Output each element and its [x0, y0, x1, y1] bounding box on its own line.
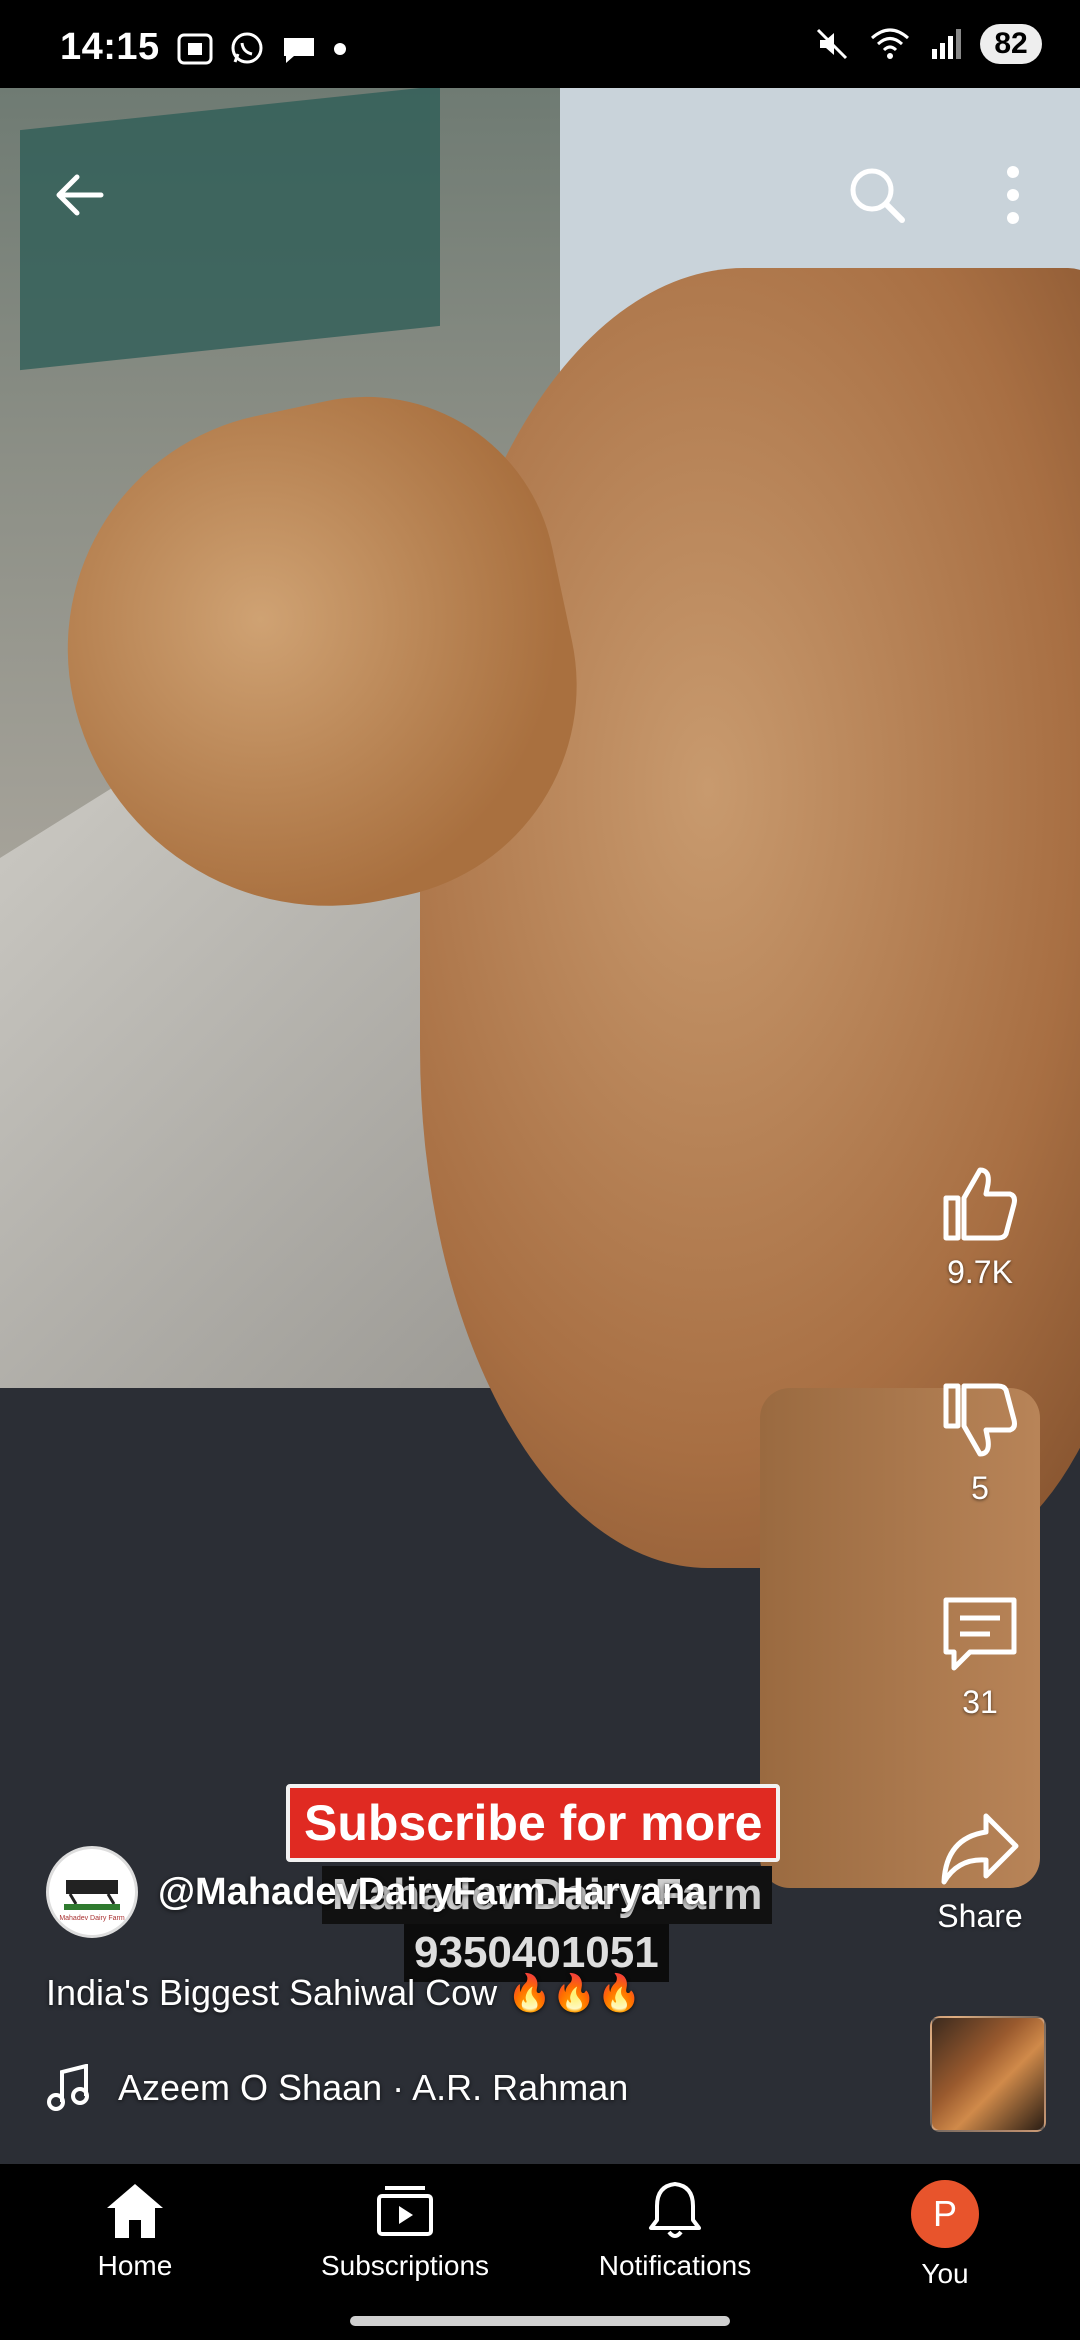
nav-home[interactable]: Home — [0, 2180, 270, 2282]
like-count: 9.7K — [947, 1254, 1013, 1290]
whatsapp-icon — [231, 32, 263, 64]
avatar-icon: P — [911, 2180, 979, 2248]
video-cow-body — [420, 268, 1080, 1568]
chat-bubble-icon — [284, 38, 314, 63]
music-note-icon — [47, 2064, 89, 2111]
short-video-player[interactable]: 9.7K 5 31 Share Subscribe for more Mahad… — [0, 88, 1080, 2164]
battery-indicator: 82 — [980, 24, 1042, 64]
thumbs-down-icon — [943, 1383, 1017, 1457]
home-indicator[interactable] — [350, 2316, 730, 2326]
sound-thumbnail[interactable] — [930, 2016, 1046, 2132]
nav-home-label: Home — [97, 2250, 173, 2281]
status-system-icons: 82 — [814, 24, 1042, 64]
search-button[interactable] — [832, 150, 922, 240]
dot-icon — [334, 43, 346, 55]
share-button[interactable]: Share — [880, 1808, 1080, 1935]
comments-button[interactable]: 31 — [880, 1594, 1080, 1721]
status-bar: 14:15 82 — [0, 0, 1080, 88]
back-button[interactable] — [34, 150, 124, 240]
channel-logo-icon: Mahadev Dairy Farm — [54, 1854, 130, 1930]
status-notification-icons — [176, 30, 348, 68]
channel-row[interactable]: Mahadev Dairy Farm @MahadevDairyFarm.Har… — [46, 1846, 706, 1938]
share-label: Share — [937, 1898, 1023, 1934]
music-track: Azeem O Shaan · A.R. Rahman — [118, 2067, 629, 2108]
mute-icon — [816, 28, 848, 60]
dislike-button[interactable]: 5 — [880, 1380, 1080, 1507]
music-row[interactable]: Azeem O Shaan · A.R. Rahman — [46, 2064, 628, 2112]
bell-icon — [649, 2182, 701, 2238]
dislike-count: 5 — [971, 1470, 989, 1506]
signal-icon — [932, 29, 961, 59]
nav-you-label: You — [921, 2258, 969, 2289]
nav-you[interactable]: P You — [810, 2180, 1080, 2290]
back-arrow-icon — [56, 174, 104, 216]
nav-notifications[interactable]: Notifications — [540, 2180, 810, 2282]
home-icon — [107, 2184, 163, 2238]
subscriptions-icon — [377, 2186, 433, 2236]
thumbs-up-icon — [943, 1167, 1017, 1241]
nav-notifications-label: Notifications — [598, 2250, 752, 2281]
channel-handle[interactable]: @MahadevDairyFarm.Haryana — [158, 1871, 706, 1914]
nav-subscriptions[interactable]: Subscriptions — [270, 2180, 540, 2282]
comment-icon — [943, 1597, 1017, 1671]
screenshot-icon — [177, 33, 213, 65]
search-icon — [850, 168, 905, 223]
more-vert-icon — [1007, 166, 1019, 224]
nav-subscriptions-label: Subscriptions — [320, 2250, 490, 2281]
comment-count: 31 — [962, 1684, 998, 1720]
share-icon — [941, 1813, 1019, 1885]
more-options-button[interactable] — [968, 150, 1058, 240]
video-title[interactable]: India's Biggest Sahiwal Cow 🔥🔥🔥 — [46, 1972, 642, 2014]
like-button[interactable]: 9.7K — [880, 1164, 1080, 1291]
channel-avatar[interactable]: Mahadev Dairy Farm — [46, 1846, 138, 1938]
bottom-navigation: Home Subscriptions Notifications P You — [0, 2164, 1080, 2340]
wifi-icon — [871, 28, 909, 59]
status-time: 14:15 — [60, 26, 160, 68]
channel-logo-text: Mahadev Dairy Farm — [59, 1915, 125, 1922]
